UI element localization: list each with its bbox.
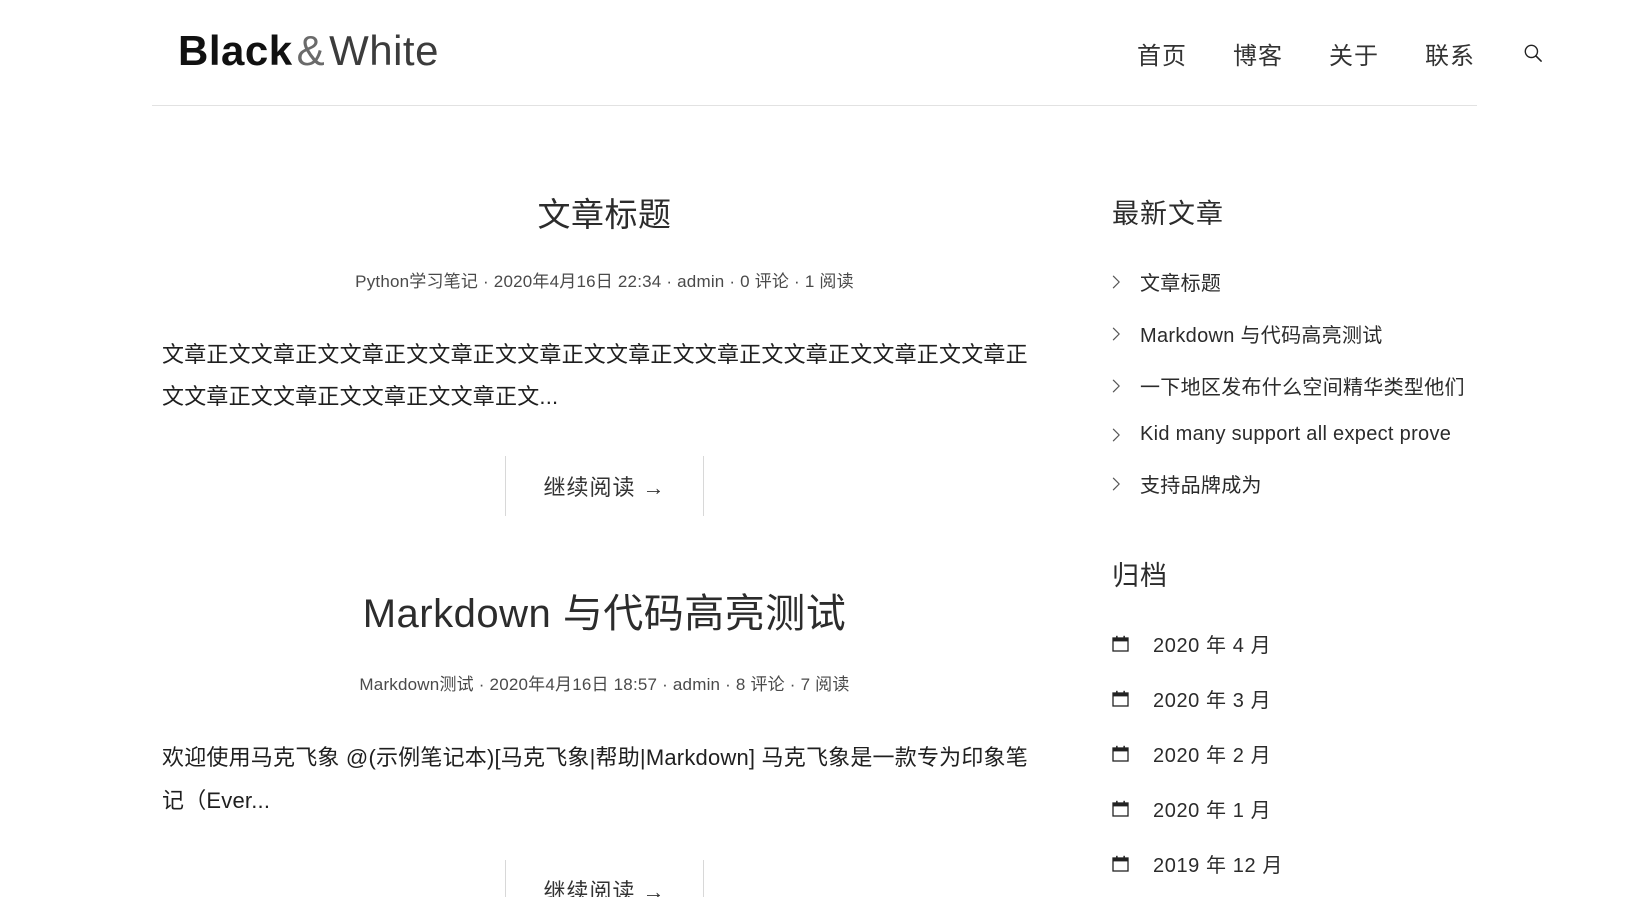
sidebar: 最新文章 文章标题 Markdown 与代码高亮测试 一下地区发布什么空间精华类… <box>1057 106 1554 897</box>
read-more-button[interactable]: 继续阅读 → <box>505 859 704 897</box>
list-item[interactable]: 文章标题 <box>1112 267 1554 296</box>
nav-item-home[interactable]: 首页 <box>1114 30 1210 77</box>
post-meta: Markdown测试 · 2020年4月16日 18:57 · admin · … <box>359 675 850 695</box>
post-item: Markdown 与代码高亮测试 Markdown测试 · 2020年4月16日… <box>152 588 1057 897</box>
list-item[interactable]: 2020 年 2 月 <box>1112 739 1554 768</box>
nav-item-blog[interactable]: 博客 <box>1210 30 1306 77</box>
list-item[interactable]: 2020 年 1 月 <box>1112 794 1554 823</box>
site-logo-light: White <box>329 27 439 74</box>
site-header: Black&White 首页 博客 关于 联系 <box>0 0 1629 106</box>
chevron-right-icon <box>1112 275 1131 289</box>
list-item-label: 2019 年 12 月 <box>1153 855 1284 877</box>
list-item-label: 一下地区发布什么空间精华类型他们 <box>1140 377 1465 399</box>
list-item-label: Kid many support all expect prove <box>1140 423 1452 445</box>
list-item-label: 支持品牌成为 <box>1140 475 1262 497</box>
widget-archive: 归档 2020 年 4 月 2020 年 3 月 2020 年 2 月 2020… <box>1112 554 1554 897</box>
calendar-icon <box>1112 635 1140 652</box>
chevron-right-icon <box>1112 477 1131 491</box>
read-more-button[interactable]: 继续阅读 → <box>505 456 704 517</box>
post-meta: Python学习笔记 · 2020年4月16日 22:34 · admin · … <box>355 271 854 291</box>
list-item-label: Markdown 与代码高亮测试 <box>1140 325 1383 347</box>
recent-posts-list: 文章标题 Markdown 与代码高亮测试 一下地区发布什么空间精华类型他们 K… <box>1112 267 1554 498</box>
widget-title-archive: 归档 <box>1112 561 1168 591</box>
list-item-label: 2020 年 2 月 <box>1153 745 1272 767</box>
post-title[interactable]: 文章标题 <box>152 194 1057 237</box>
list-item-label: 2020 年 3 月 <box>1153 690 1272 712</box>
widget-recent-posts: 最新文章 文章标题 Markdown 与代码高亮测试 一下地区发布什么空间精华类… <box>1112 192 1554 498</box>
site-logo-ampersand: & <box>296 27 326 74</box>
nav-item-contact[interactable]: 联系 <box>1402 30 1498 77</box>
chevron-right-icon <box>1112 428 1131 442</box>
list-item[interactable]: Kid many support all expect prove <box>1112 423 1554 446</box>
chevron-right-icon <box>1112 379 1131 393</box>
list-item[interactable]: 一下地区发布什么空间精华类型他们 <box>1112 371 1554 400</box>
post-item: 文章标题 Python学习笔记 · 2020年4月16日 22:34 · adm… <box>152 194 1057 517</box>
calendar-icon <box>1112 745 1140 762</box>
main-navigation: 首页 博客 关于 联系 <box>1114 30 1554 77</box>
nav-item-about[interactable]: 关于 <box>1306 30 1402 77</box>
list-item-label: 文章标题 <box>1140 273 1222 295</box>
main-content: 文章标题 Python学习笔记 · 2020年4月16日 22:34 · adm… <box>152 106 1057 897</box>
post-title[interactable]: Markdown 与代码高亮测试 <box>152 588 1057 640</box>
archive-list: 2020 年 4 月 2020 年 3 月 2020 年 2 月 2020 年 … <box>1112 629 1554 897</box>
post-excerpt: 文章正文文章正文文章正文文章正文文章正文文章正文文章正文文章正文文章正文文章正文… <box>162 341 1028 410</box>
read-more-row: 继续阅读 → <box>152 859 1057 897</box>
list-item[interactable]: Markdown 与代码高亮测试 <box>1112 319 1554 348</box>
list-item[interactable]: 2020 年 3 月 <box>1112 684 1554 713</box>
list-item[interactable]: 支持品牌成为 <box>1112 469 1554 498</box>
list-item[interactable]: 2020 年 4 月 <box>1112 629 1554 658</box>
read-more-row: 继续阅读 → <box>152 456 1057 517</box>
calendar-icon <box>1112 800 1140 817</box>
search-icon[interactable] <box>1516 36 1550 70</box>
post-excerpt: 欢迎使用马克飞象 @(示例笔记本)[马克飞象|帮助|Markdown] 马克飞象… <box>162 745 1028 813</box>
calendar-icon <box>1112 855 1140 872</box>
site-logo[interactable]: Black&White <box>178 30 439 72</box>
list-item-label: 2020 年 1 月 <box>1153 800 1272 822</box>
list-item[interactable]: 2019 年 12 月 <box>1112 849 1554 878</box>
site-logo-strong: Black <box>178 27 293 74</box>
page-wrapper: 文章标题 Python学习笔记 · 2020年4月16日 22:34 · adm… <box>0 106 1629 897</box>
widget-title-recent-posts: 最新文章 <box>1112 199 1224 229</box>
chevron-right-icon <box>1112 327 1131 341</box>
post-divider <box>152 566 1057 588</box>
list-item-label: 2020 年 4 月 <box>1153 635 1272 657</box>
calendar-icon <box>1112 690 1140 707</box>
